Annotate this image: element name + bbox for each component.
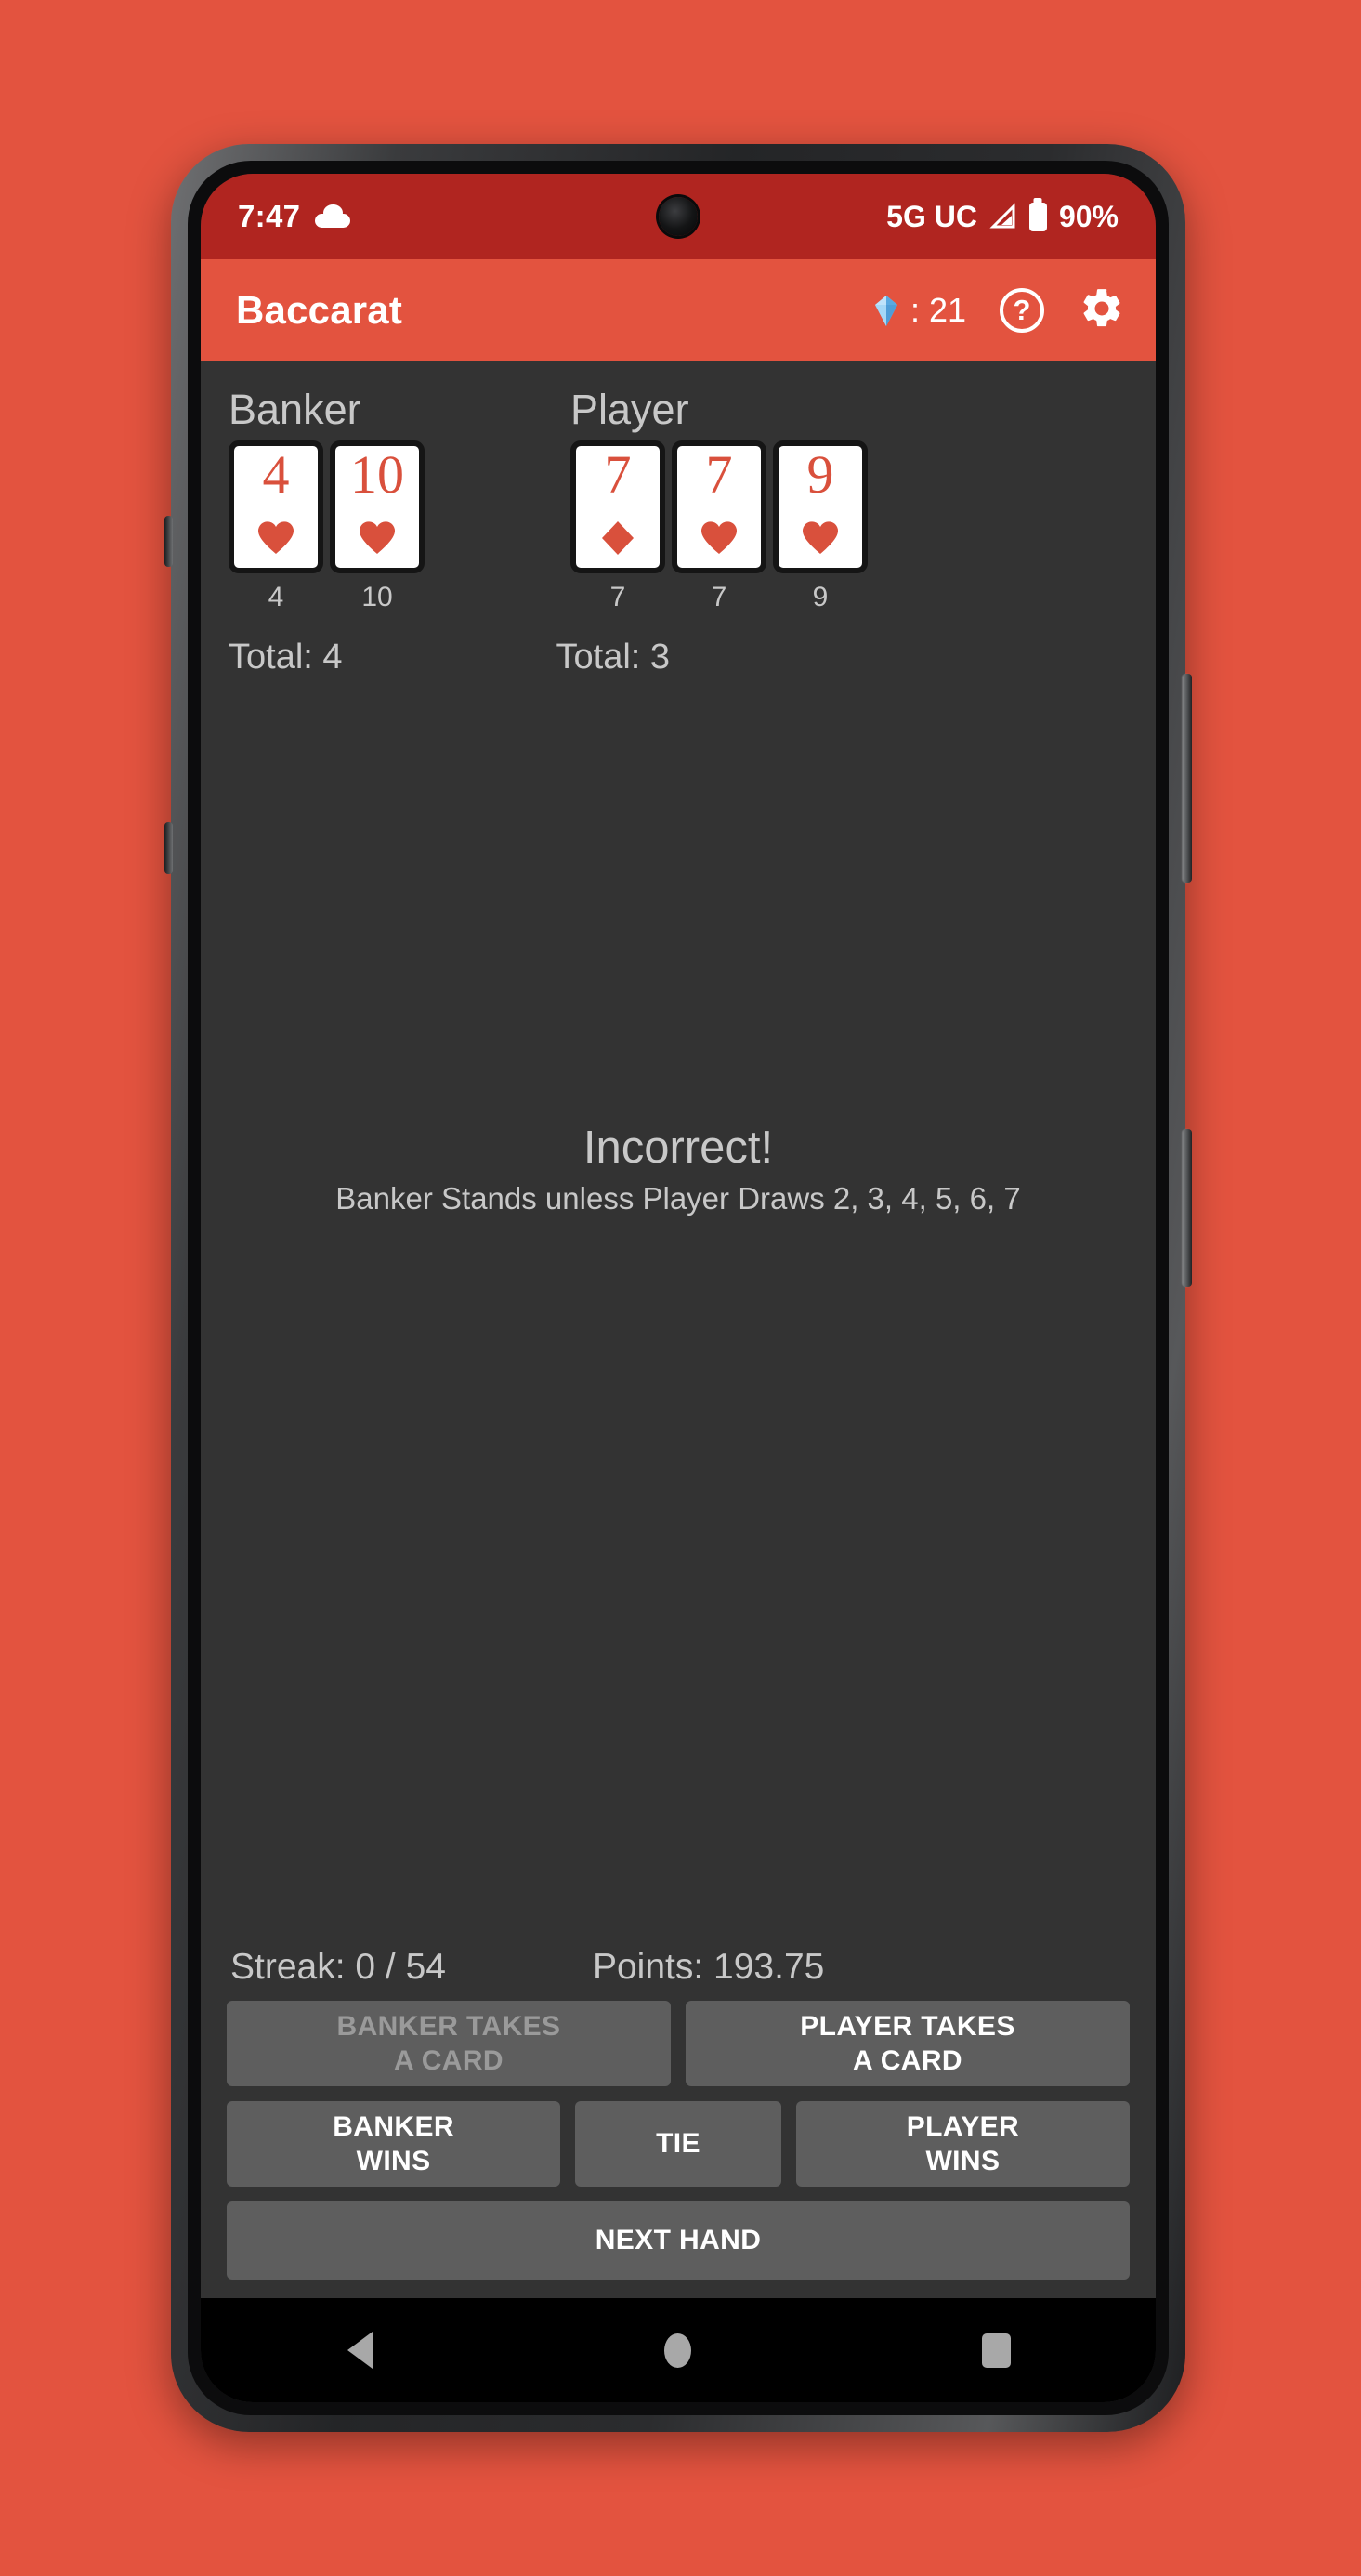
screenshot-root: 7:47 5G UC 90% Baccarat: 21 ? Banker 4 … (0, 0, 1361, 2576)
app-bar: Baccarat: 21 ? (201, 259, 1156, 361)
totals-row: Total: 4 Total: 3 (229, 637, 1128, 677)
phone-bezel: 7:47 5G UC 90% Baccarat: 21 ? Banker 4 … (188, 161, 1169, 2415)
heart-icon (700, 520, 738, 556)
nav-recents-button[interactable] (946, 2318, 1048, 2383)
player-card-1-value: 7 (609, 582, 626, 612)
settings-button[interactable] (1078, 286, 1126, 335)
help-icon: ? (1000, 288, 1044, 333)
android-nav-bar (201, 2298, 1156, 2402)
help-button[interactable]: ? (998, 286, 1046, 335)
player-card-2: 7 (672, 440, 766, 573)
nav-home-button[interactable] (627, 2318, 729, 2383)
volume-rocker-button[interactable] (1183, 674, 1192, 883)
points-label: Points: 193.75 (592, 1947, 825, 1987)
phone-screen: 7:47 5G UC 90% Baccarat: 21 ? Banker 4 … (201, 174, 1156, 2402)
phone-frame: 7:47 5G UC 90% Baccarat: 21 ? Banker 4 … (164, 144, 1192, 2432)
hands-container: Banker 4 4 10 10 Player 7 7 7 7 9 9 (229, 386, 1128, 613)
status-bar: 7:47 5G UC 90% (201, 174, 1156, 259)
banker-card-2: 10 (330, 440, 425, 573)
banker-card-2-value: 10 (361, 582, 393, 612)
player-cards-row: 7 7 7 7 9 9 (570, 440, 868, 613)
recents-icon (982, 2333, 1012, 2368)
card-rank: 4 (262, 444, 290, 505)
banker-cards-row: 4 4 10 10 (229, 440, 425, 613)
banker-wins-button[interactable]: BANKER WINS (227, 2101, 561, 2187)
home-icon (664, 2333, 692, 2368)
banker-total: Total: 4 (229, 637, 343, 677)
battery-icon (1028, 202, 1047, 231)
back-icon (347, 2332, 373, 2369)
diamond-icon (599, 520, 636, 556)
player-card-2-value: 7 (711, 582, 727, 612)
draw-buttons-row: BANKER TAKES A CARD PLAYER TAKES A CARD (227, 2001, 1130, 2086)
card-col: 9 9 (773, 440, 868, 613)
gem-count-label: : 21 (910, 291, 966, 329)
stats-row: Streak: 0 / 54 Points: 193.75 (229, 1947, 1128, 1988)
cloud-icon (315, 204, 351, 228)
card-col: 7 7 (570, 440, 665, 613)
card-rank: 7 (604, 444, 632, 505)
card-rank: 7 (705, 444, 733, 505)
game-area: Banker 4 4 10 10 Player 7 7 7 7 9 9 Tota… (201, 361, 1156, 2001)
status-time: 7:47 (238, 199, 301, 233)
player-label: Player (570, 386, 689, 433)
battery-percent: 90% (1058, 199, 1119, 233)
player-hand: Player 7 7 7 7 9 9 (570, 386, 868, 613)
player-card-3-value: 9 (812, 582, 829, 612)
banker-hand: Banker 4 4 10 10 (229, 386, 425, 613)
heart-icon (359, 520, 396, 556)
signal-strength-icon (989, 203, 1017, 230)
status-bar-right: 5G UC 90% (886, 200, 1119, 234)
next-hand-button[interactable]: NEXT HAND (227, 2201, 1130, 2280)
diamond-gem-icon (868, 292, 905, 329)
player-wins-button[interactable]: PLAYER WINS (795, 2101, 1131, 2187)
feedback-title: Incorrect! (582, 1123, 774, 1173)
card-col: 4 4 (229, 440, 323, 613)
phone-side-button-left-bottom[interactable] (164, 822, 173, 874)
card-rank: 9 (806, 444, 834, 505)
nav-back-button[interactable] (308, 2318, 411, 2383)
app-bar-actions: : 21 ? (868, 286, 1126, 335)
app-title: Baccarat (236, 288, 403, 332)
player-total: Total: 3 (556, 637, 671, 677)
feedback-message: Incorrect! Banker Stands unless Player D… (201, 1123, 1156, 1216)
tie-button[interactable]: TIE (575, 2101, 781, 2187)
banker-takes-card-button[interactable]: BANKER TAKES A CARD (227, 2001, 671, 2086)
player-card-1: 7 (570, 440, 665, 573)
heart-icon (802, 520, 839, 556)
outcome-buttons-row: BANKER WINS TIE PLAYER WINS (227, 2101, 1131, 2187)
streak-label: Streak: 0 / 54 (230, 1947, 446, 1987)
banker-card-1-value: 4 (268, 582, 284, 612)
banker-card-1: 4 (229, 440, 323, 573)
gear-icon (1079, 285, 1125, 336)
power-button[interactable] (1183, 1129, 1192, 1287)
status-bar-left: 7:47 (238, 199, 351, 234)
network-label: 5G UC (886, 199, 977, 233)
action-buttons: BANKER TAKES A CARD PLAYER TAKES A CARD … (201, 2001, 1156, 2298)
banker-label: Banker (229, 386, 361, 433)
card-rank: 10 (350, 444, 404, 505)
card-col: 7 7 (672, 440, 766, 613)
front-camera-punch-hole (659, 197, 698, 236)
heart-icon (257, 520, 294, 556)
player-takes-card-button[interactable]: PLAYER TAKES A CARD (686, 2001, 1130, 2086)
feedback-detail: Banker Stands unless Player Draws 2, 3, … (335, 1180, 1021, 1216)
phone-side-button-left-top[interactable] (164, 516, 173, 567)
gem-counter[interactable]: : 21 (868, 291, 966, 330)
next-hand-row: NEXT HAND (227, 2201, 1130, 2280)
card-col: 10 10 (330, 440, 425, 613)
player-card-3: 9 (773, 440, 868, 573)
